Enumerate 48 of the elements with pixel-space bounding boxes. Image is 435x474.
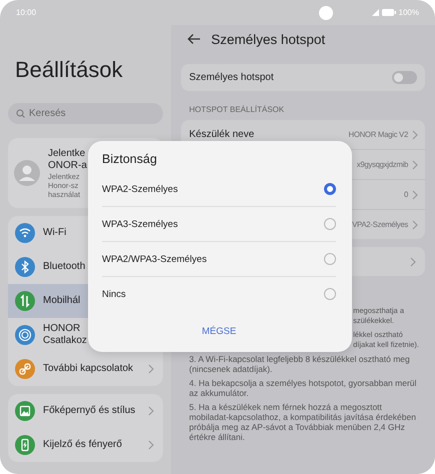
setting-label: Készülék neve	[189, 129, 256, 140]
image-icon	[15, 401, 35, 421]
hotspot-toggle[interactable]	[392, 71, 417, 84]
wifi-icon	[15, 223, 35, 243]
bluetooth-icon	[15, 257, 35, 277]
chevron-icon	[411, 160, 419, 170]
cancel-button[interactable]: MÉGSE	[196, 324, 242, 339]
avatar-icon	[14, 160, 40, 186]
section-header: HOTSPOT BEÁLLÍTÁSOK	[189, 105, 286, 114]
option-label: Nincs	[102, 288, 126, 300]
radio-button[interactable]	[324, 218, 336, 230]
option-label: WPA3-Személyes	[102, 218, 178, 230]
security-option[interactable]: WPA3-Személyes	[102, 206, 336, 241]
chevron-icon	[411, 190, 419, 200]
dialog-title: Biztonság	[102, 152, 158, 168]
note-text: 5. Ha a készülékek nem férnek hozzá a megosztott mobiladat-kapcsolathoz, a kompatibilitás javítása érdekében próbálja meg az AP-sávot a Továbbiak menüben 2,4 GHz értékre állítani.	[189, 402, 417, 442]
arrows-icon	[15, 291, 35, 311]
phone-icon	[15, 435, 35, 455]
settings-item[interactable]: Főképernyő és stílus	[8, 394, 164, 428]
chevron-icon	[411, 130, 419, 140]
camera-dot-icon	[319, 6, 333, 20]
chevron-icon	[411, 220, 419, 230]
chevron-icon	[147, 364, 156, 374]
search-icon	[16, 109, 25, 118]
settings-item[interactable]: Kijelző és fényerő	[8, 428, 164, 462]
settings-item[interactable]: HONOR Csatlakoz	[8, 318, 164, 352]
radio-button[interactable]	[324, 183, 336, 195]
chevron-icon	[147, 406, 156, 416]
signal-icon	[372, 9, 379, 16]
page-title: Személyes hotspot	[211, 32, 326, 46]
battery-icon	[382, 9, 396, 16]
toggle-label: Személyes hotspot	[189, 72, 274, 83]
note-text: 4. Ha bekapcsolja a személyes hotspotot, gyorsabban merül az akkumulátor.	[189, 378, 418, 398]
security-option[interactable]: WPA2/WPA3-Személyes	[102, 241, 336, 276]
back-arrow-icon[interactable]	[187, 33, 202, 45]
radio-button[interactable]	[324, 288, 336, 300]
radio-button[interactable]	[324, 253, 336, 265]
account-name: Jelentke ONOR-a	[48, 148, 87, 172]
link-icon	[15, 359, 35, 379]
option-label: WPA2/WPA3-Személyes	[102, 254, 207, 264]
chevron-icon	[147, 440, 156, 450]
settings-title: Beállítások	[15, 57, 124, 83]
settings-item[interactable]: További kapcsolatok	[8, 352, 164, 386]
search-field[interactable]: Keresés	[8, 103, 164, 124]
rings-icon	[15, 325, 35, 345]
security-option[interactable]: Nincs	[102, 276, 336, 311]
chevron-icon	[409, 256, 417, 266]
note-text: 3. A Wi-Fi-kapcsolat legfeljebb 8 készülékkel osztható meg (nincsenek adatdíjak).	[189, 354, 411, 374]
